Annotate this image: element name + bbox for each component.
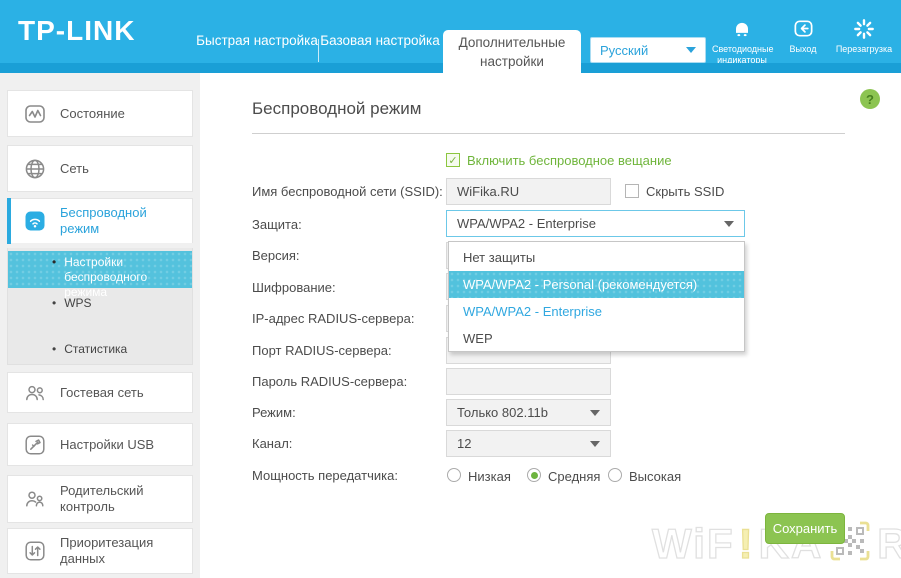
chevron-down-icon <box>724 221 734 227</box>
main-content: Беспроводной режим ? ✓ Включить беспрово… <box>200 73 901 578</box>
tx-power-radio-high[interactable] <box>608 468 622 482</box>
tab-basic-settings[interactable]: Базовая настройка <box>319 31 441 50</box>
help-button[interactable]: ? <box>860 89 880 109</box>
tab-advanced-settings[interactable]: Дополнительные настройки <box>443 30 581 73</box>
guest-network-icon <box>23 381 47 405</box>
language-value: Русский <box>600 43 648 58</box>
radius-port-label: Порт RADIUS-сервера: <box>252 343 392 358</box>
submenu-item-label: WPS <box>64 296 91 311</box>
radius-ip-label: IP-адрес RADIUS-сервера: <box>252 311 414 326</box>
chevron-down-icon <box>590 441 600 447</box>
tx-power-radio-low[interactable] <box>447 468 461 482</box>
security-option-none[interactable]: Нет защиты <box>449 244 744 271</box>
bullet-icon: • <box>52 296 56 311</box>
watermark-text: WiF <box>652 523 735 565</box>
sidebar-item-label: Состояние <box>60 106 180 122</box>
top-header: TP-LINK Быстрая настройка Базовая настро… <box>0 0 901 73</box>
security-option-enterprise[interactable]: WPA/WPA2 - Enterprise <box>449 298 744 325</box>
sidebar-item-qos[interactable]: Приоритезация данных <box>7 528 193 574</box>
title-divider <box>252 133 845 134</box>
led-indicators-button[interactable]: Светодиодные индикаторы <box>712 17 772 65</box>
logout-icon <box>779 17 827 40</box>
radius-password-label: Пароль RADIUS-сервера: <box>252 374 407 389</box>
sidebar-item-label: Настройки USB <box>60 437 180 453</box>
save-button[interactable]: Сохранить <box>765 513 845 544</box>
sidebar-item-status[interactable]: Состояние <box>7 90 193 137</box>
sidebar-item-usb-settings[interactable]: Настройки USB <box>7 423 193 466</box>
sidebar-item-network[interactable]: Сеть <box>7 145 193 192</box>
mode-select-value: Только 802.11b <box>457 405 548 420</box>
tx-power-radio-medium[interactable] <box>527 468 541 482</box>
security-dropdown-menu: Нет защиты WPA/WPA2 - Personal (рекоменд… <box>448 241 745 352</box>
enable-wireless-checkbox[interactable]: ✓ <box>446 153 460 167</box>
mode-select[interactable]: Только 802.11b <box>446 399 611 426</box>
submenu-item-wireless-settings[interactable]: • Настройки беспроводного режима <box>8 251 192 288</box>
led-lamp-icon <box>712 17 772 40</box>
sidebar-item-guest-network[interactable]: Гостевая сеть <box>7 372 193 413</box>
ssid-label: Имя беспроводной сети (SSID): <box>252 184 443 199</box>
channel-select-value: 12 <box>457 436 471 451</box>
sidebar-item-label: Родительский контроль <box>60 483 180 515</box>
security-option-personal[interactable]: WPA/WPA2 - Personal (рекомендуется) <box>449 271 744 298</box>
version-label: Версия: <box>252 248 300 263</box>
reboot-label: Перезагрузка <box>835 44 893 55</box>
submenu-item-statistics[interactable]: • Статистика <box>8 342 192 357</box>
tx-power-low-label: Низкая <box>468 469 511 484</box>
bullet-icon: • <box>52 342 56 357</box>
usb-icon <box>23 433 47 457</box>
router-admin-page: TP-LINK Быстрая настройка Базовая настро… <box>0 0 901 578</box>
encryption-label: Шифрование: <box>252 280 336 295</box>
reboot-button[interactable]: Перезагрузка <box>835 17 893 55</box>
submenu-item-wps[interactable]: • WPS <box>8 296 192 311</box>
security-label: Защита: <box>252 217 302 232</box>
status-monitor-icon <box>23 102 47 126</box>
chevron-down-icon <box>590 410 600 416</box>
reboot-spinner-icon <box>835 17 893 40</box>
bullet-icon: • <box>52 255 56 270</box>
security-select[interactable]: WPA/WPA2 - Enterprise <box>446 210 745 237</box>
watermark-text: ! <box>739 523 755 565</box>
wireless-submenu: • Настройки беспроводного режима • WPS •… <box>7 248 193 365</box>
tx-power-label: Мощность передатчика: <box>252 468 398 483</box>
watermark-text: RU <box>877 523 901 565</box>
sidebar-item-parental-control[interactable]: Родительский контроль <box>7 475 193 523</box>
sidebar-item-label: Сеть <box>60 161 180 177</box>
language-select[interactable]: Русский <box>590 37 706 63</box>
led-indicators-label: Светодиодные индикаторы <box>712 44 772 65</box>
sidebar-item-wireless[interactable]: Беспроводной режим <box>7 198 193 243</box>
ssid-input[interactable] <box>446 178 611 205</box>
priority-arrows-icon <box>23 539 47 563</box>
sidebar-item-label: Гостевая сеть <box>60 385 180 401</box>
radius-password-input[interactable] <box>446 368 611 395</box>
sidebar-item-label: Приоритезация данных <box>60 535 180 567</box>
tx-power-high-label: Высокая <box>629 469 681 484</box>
globe-icon <box>23 157 47 181</box>
parental-control-icon <box>23 487 47 511</box>
hide-ssid-label: Скрыть SSID <box>646 184 724 199</box>
logout-label: Выход <box>779 44 827 55</box>
chevron-down-icon <box>686 47 696 53</box>
page-title: Беспроводной режим <box>252 99 421 119</box>
security-select-value: WPA/WPA2 - Enterprise <box>457 216 596 231</box>
mode-label: Режим: <box>252 405 296 420</box>
submenu-item-label: Настройки беспроводного режима <box>64 255 174 300</box>
tab-quick-setup[interactable]: Быстрая настройка <box>196 31 318 50</box>
tp-link-logo: TP-LINK <box>18 15 135 47</box>
submenu-item-label: Статистика <box>64 342 127 357</box>
security-option-wep[interactable]: WEP <box>449 325 744 352</box>
check-icon: ✓ <box>448 154 457 167</box>
channel-label: Канал: <box>252 436 292 451</box>
tx-power-medium-label: Средняя <box>548 469 600 484</box>
sidebar-item-label: Беспроводной режим <box>60 205 180 237</box>
logout-button[interactable]: Выход <box>779 17 827 55</box>
enable-wireless-label: Включить беспроводное вещание <box>467 153 672 168</box>
channel-select[interactable]: 12 <box>446 430 611 457</box>
sidebar: Состояние Сеть Беспроводной режим • Наст… <box>0 73 200 578</box>
hide-ssid-checkbox[interactable] <box>625 184 639 198</box>
wifi-icon <box>23 209 47 233</box>
